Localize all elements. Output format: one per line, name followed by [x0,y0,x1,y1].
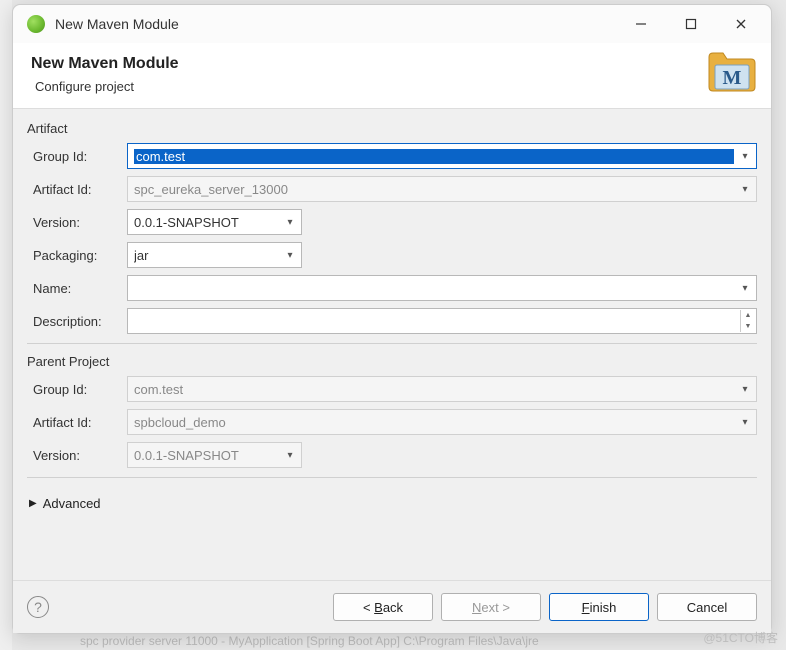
group-id-label: Group Id: [27,149,127,164]
version-combo[interactable]: 0.0.1-SNAPSHOT ▾ [127,209,302,235]
window-title: New Maven Module [55,16,619,32]
wizard-header: New Maven Module Configure project M [13,43,771,109]
maven-module-icon: M [705,49,757,93]
parent-version-combo: 0.0.1-SNAPSHOT ▾ [127,442,302,468]
background-status-text: spc provider server 11000 - MyApplicatio… [80,634,539,648]
triangle-right-icon: ▶ [29,498,37,509]
artifact-section-label: Artifact [27,121,757,136]
parent-version-value: 0.0.1-SNAPSHOT [134,448,279,463]
advanced-label: Advanced [43,496,101,511]
artifact-id-combo: spc_eureka_server_13000 ▾ [127,176,757,202]
parent-section-label: Parent Project [27,354,757,369]
spinner-down-icon[interactable]: ▼ [741,321,755,332]
name-combo[interactable]: ▾ [127,275,757,301]
window-controls [619,9,763,39]
wizard-title: New Maven Module [31,55,753,73]
parent-artifact-id-combo: spbcloud_demo ▾ [127,409,757,435]
description-field[interactable]: ▲ ▼ [127,308,757,334]
watermark-text: @51CTO博客 [703,629,778,646]
advanced-toggle[interactable]: ▶ Advanced [27,488,757,519]
chevron-down-icon[interactable]: ▾ [283,215,297,229]
svg-text:M: M [723,67,742,89]
chevron-down-icon: ▾ [738,382,752,396]
chevron-down-icon: ▾ [738,182,752,196]
parent-group-id-label: Group Id: [27,382,127,397]
group-id-combo[interactable]: com.test ▾ [127,143,757,169]
wizard-content: Artifact Group Id: com.test ▾ Artifact I… [13,109,771,580]
button-bar: ? < Back Next > Finish Cancel [13,580,771,633]
spinner-up-icon[interactable]: ▲ [741,310,755,321]
packaging-combo[interactable]: jar ▾ [127,242,302,268]
description-spinner[interactable]: ▲ ▼ [740,310,755,332]
next-button: Next > [441,593,541,621]
artifact-id-value: spc_eureka_server_13000 [134,182,734,197]
close-button[interactable] [719,9,763,39]
minimize-button[interactable] [619,9,663,39]
titlebar: New Maven Module [13,5,771,43]
parent-version-label: Version: [27,448,127,463]
group-id-value: com.test [134,149,734,164]
chevron-down-icon[interactable]: ▾ [738,149,752,163]
chevron-down-icon[interactable]: ▾ [738,281,752,295]
cancel-label: Cancel [687,600,727,615]
name-label: Name: [27,281,127,296]
packaging-value: jar [134,248,279,263]
chevron-down-icon: ▾ [738,415,752,429]
parent-artifact-id-value: spbcloud_demo [134,415,734,430]
spring-leaf-icon [27,15,45,33]
finish-button[interactable]: Finish [549,593,649,621]
version-label: Version: [27,215,127,230]
packaging-label: Packaging: [27,248,127,263]
artifact-id-label: Artifact Id: [27,182,127,197]
parent-artifact-id-label: Artifact Id: [27,415,127,430]
chevron-down-icon: ▾ [283,448,297,462]
section-divider [27,477,757,478]
editor-gutter [0,0,12,650]
right-edge-bg [776,60,786,630]
chevron-down-icon[interactable]: ▾ [283,248,297,262]
description-label: Description: [27,314,127,329]
section-divider [27,343,757,344]
cancel-button[interactable]: Cancel [657,593,757,621]
wizard-subtitle: Configure project [31,79,753,94]
version-value: 0.0.1-SNAPSHOT [134,215,279,230]
new-maven-module-dialog: New Maven Module New Maven Module Config… [12,4,772,634]
parent-group-id-value: com.test [134,382,734,397]
maximize-button[interactable] [669,9,713,39]
help-icon[interactable]: ? [27,596,49,618]
back-button[interactable]: < Back [333,593,433,621]
parent-group-id-combo: com.test ▾ [127,376,757,402]
